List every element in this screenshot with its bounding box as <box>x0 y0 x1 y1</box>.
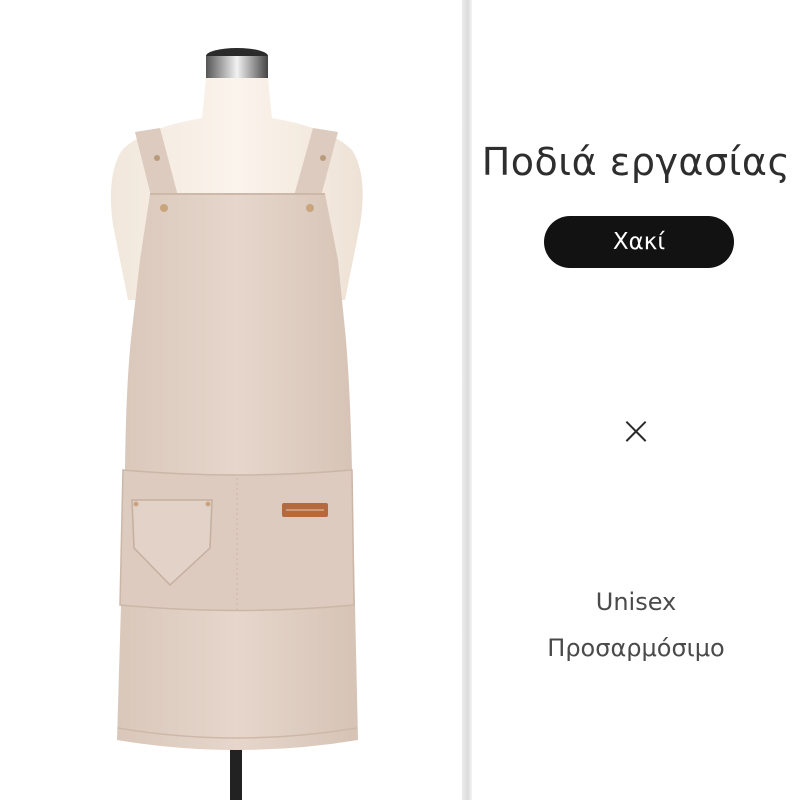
panel-divider <box>462 0 472 800</box>
right-snap <box>306 204 314 212</box>
feature-unisex: Unisex <box>595 588 677 616</box>
product-info-panel: Ποδιά εργασίας Χακί × Unisex Προσαρμόσιμ… <box>472 0 800 800</box>
product-photo <box>0 0 462 800</box>
times-separator: × <box>619 408 653 454</box>
left-snap <box>160 204 168 212</box>
color-badge: Χακί <box>544 216 734 268</box>
neck-cap <box>206 56 268 78</box>
feature-adjustable: Προσαρμόσιμο <box>547 634 725 662</box>
apron-image <box>110 48 363 800</box>
product-title: Ποδιά εργασίας <box>481 140 791 184</box>
